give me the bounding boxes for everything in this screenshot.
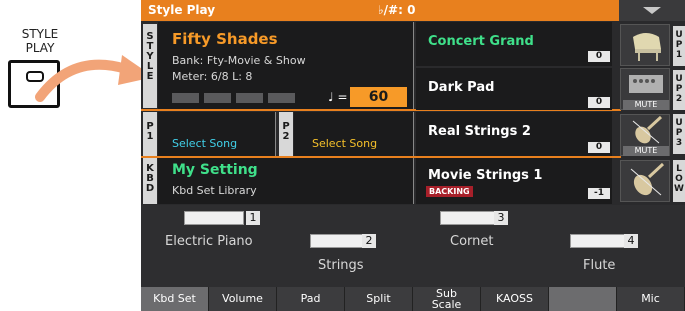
tab-upper1[interactable]: UP1 [673, 26, 685, 66]
tab-volume[interactable]: Volume [209, 287, 277, 311]
mute-indicator: MUTE [623, 100, 669, 110]
tab-sub-scale[interactable]: Sub Scale [413, 287, 481, 311]
keyboard-icon [570, 234, 630, 248]
tempo-note-icon: ♩ = [328, 90, 348, 104]
keyboard-set-name[interactable]: My Setting [172, 162, 258, 178]
keyboard-set-library[interactable]: Kbd Set Library [172, 184, 257, 197]
beat-indicator [236, 93, 263, 103]
octave-indicator: 0 [588, 51, 610, 62]
chevron-down-icon [643, 7, 661, 14]
tab-kaoss[interactable]: KAOSS [481, 287, 549, 311]
keyboard-icon [184, 211, 244, 225]
sub-sound-number: 1 [246, 211, 260, 225]
player1-side-label: P1 [143, 112, 157, 156]
violin-icon[interactable] [620, 160, 670, 202]
style-meter: Meter: 6/8 L: 8 [172, 70, 253, 83]
kbd-side-label: KBD [143, 158, 157, 204]
tab-upper3[interactable]: UP3 [673, 114, 685, 154]
style-bank: Bank: Fty-Movie & Show [172, 54, 306, 67]
sub-sound-number: 2 [362, 234, 376, 248]
style-play-label: STYLE PLAY [21, 27, 59, 55]
sub-sound-number: 3 [494, 211, 508, 225]
octave-indicator: 0 [588, 142, 610, 153]
octave-indicator: 0 [588, 97, 610, 108]
sound-name[interactable]: Movie Strings 1 [428, 168, 542, 183]
beat-indicator [204, 93, 231, 103]
player1-song[interactable]: Select Song [172, 137, 237, 150]
keyboard-icon [440, 211, 500, 225]
tab-kbd-set[interactable]: Kbd Set [141, 287, 209, 311]
page-title: Style Play [148, 3, 216, 17]
curved-arrow-icon [35, 55, 154, 102]
octave-indicator: -1 [588, 188, 610, 199]
tab-pad[interactable]: Pad [277, 287, 345, 311]
sound-name[interactable]: Concert Grand [428, 34, 534, 49]
sub-sound-label[interactable]: Flute [583, 258, 615, 273]
title-bar: Style Play ♭/#: 0 [141, 0, 685, 21]
beat-indicator [172, 93, 199, 103]
key-transpose-readout: ♭/#: 0 [378, 3, 416, 17]
sound-name[interactable]: Dark Pad [428, 80, 494, 95]
beat-indicator [268, 93, 295, 103]
player2-song[interactable]: Select Song [312, 137, 377, 150]
synth-pad-icon[interactable]: MUTE [620, 68, 670, 110]
sub-sound-number: 4 [624, 234, 638, 248]
piano-icon[interactable] [620, 24, 670, 66]
tab-split[interactable]: Split [345, 287, 413, 311]
tab-lower[interactable]: LOW [673, 160, 685, 202]
page-menu-button[interactable] [619, 0, 685, 21]
player2-side-label: P2 [279, 112, 293, 156]
tempo-value[interactable]: 60 [350, 87, 407, 107]
sub-sound-label[interactable]: Cornet [450, 234, 493, 249]
tab-empty [549, 287, 617, 311]
style-name[interactable]: Fifty Shades [172, 30, 278, 48]
mute-indicator: MUTE [623, 146, 669, 156]
violin-icon[interactable]: MUTE [620, 114, 670, 156]
keyboard-icon [310, 234, 370, 248]
tab-upper2[interactable]: UP2 [673, 70, 685, 110]
sub-sound-label[interactable]: Strings [318, 258, 364, 273]
style-side-label: STYLE [143, 24, 157, 108]
backing-badge: BACKING [426, 186, 473, 197]
sub-sound-label[interactable]: Electric Piano [165, 234, 253, 249]
sound-name[interactable]: Real Strings 2 [428, 124, 531, 139]
tab-mic[interactable]: Mic [617, 287, 685, 311]
